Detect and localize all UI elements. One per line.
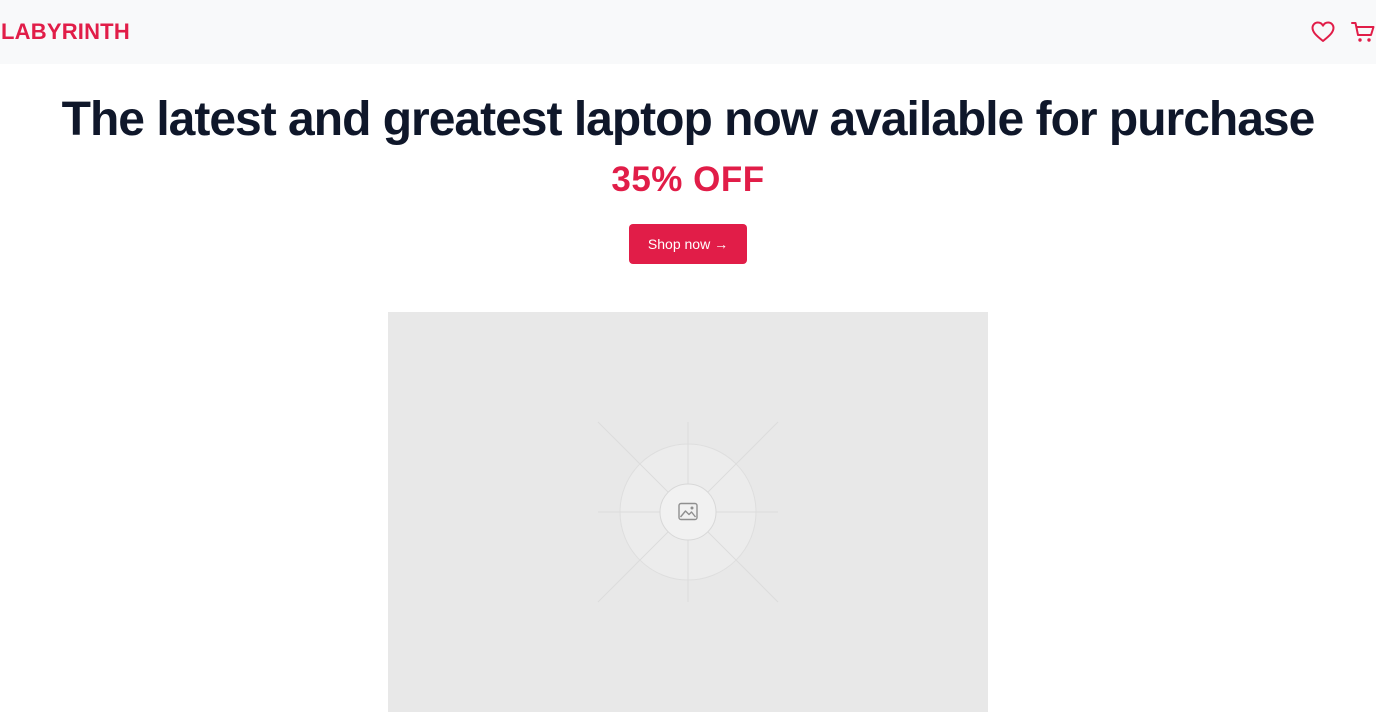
- discount-label: 35% OFF: [611, 160, 765, 199]
- wishlist-button[interactable]: [1310, 19, 1336, 45]
- heart-icon: [1311, 21, 1335, 42]
- logo[interactable]: LABYRINTH: [1, 21, 130, 43]
- product-image-placeholder: [388, 312, 988, 712]
- hero-title: The latest and greatest laptop now avail…: [61, 93, 1316, 146]
- nav-icons: [1310, 19, 1376, 45]
- shop-now-button[interactable]: Shop now →: [629, 224, 747, 264]
- cart-button[interactable]: [1350, 19, 1376, 45]
- cart-icon: [1351, 22, 1375, 42]
- navbar: LABYRINTH: [0, 0, 1376, 64]
- image-placeholder-graphic: [597, 421, 779, 603]
